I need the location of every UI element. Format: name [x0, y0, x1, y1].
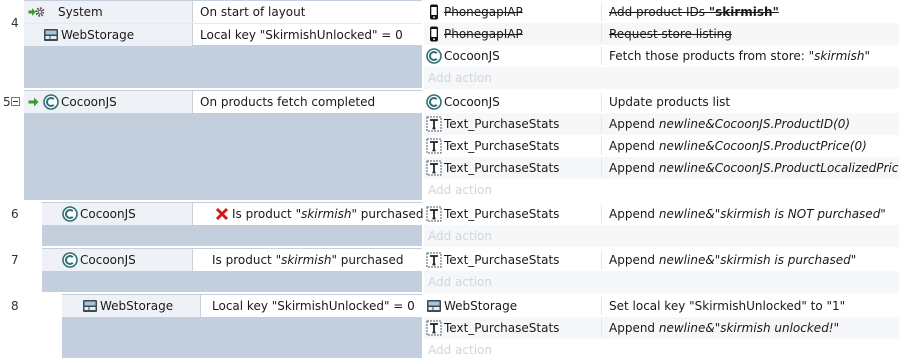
cocoonjs-icon — [43, 94, 59, 110]
condition-text: Is product "skirmish" purchased — [212, 253, 404, 267]
condition-object: System — [58, 5, 103, 19]
action-row[interactable]: Text_PurchaseStats Append newline&Cocoon… — [424, 135, 899, 157]
action-row[interactable]: CocoonJS Update products list — [424, 91, 899, 113]
text-object-icon — [426, 252, 442, 268]
condition-row[interactable]: CocoonJS Is product "skirmish" purchased — [42, 249, 422, 271]
action-row[interactable]: Text_PurchaseStats Append newline&Cocoon… — [424, 157, 899, 179]
add-action-row[interactable]: Add action — [424, 225, 899, 247]
action-text: Append newline&CocoonJS.ProductLocalized… — [609, 161, 899, 175]
condition-object: CocoonJS — [80, 207, 136, 221]
action-object: PhonegapIAP — [444, 27, 523, 41]
action-text: Add product IDs "skirmish" — [609, 5, 779, 19]
collapse-toggle[interactable] — [11, 97, 20, 106]
arrow-gear-icon — [28, 6, 44, 18]
condition-text: Local key "SkirmishUnlocked" = 0 — [200, 28, 403, 42]
trigger-arrow-icon — [28, 97, 39, 107]
event-block[interactable]: 8 WebStorage Local key "SkirmishUnlocked… — [0, 294, 899, 361]
condition-row[interactable]: WebStorage Local key "SkirmishUnlocked" … — [62, 295, 422, 317]
condition-object: CocoonJS — [80, 253, 136, 267]
action-text: Append newline&"skirmish is NOT purchase… — [609, 207, 886, 221]
add-action-link[interactable]: Add action — [428, 271, 492, 293]
event-number: 5 — [3, 95, 11, 109]
text-object-icon — [426, 116, 442, 132]
webstorage-icon — [44, 29, 58, 41]
condition-text: On products fetch completed — [200, 95, 376, 109]
event-block[interactable]: 5 CocoonJS On products fetch completed C… — [0, 90, 899, 201]
event-number: 7 — [11, 253, 19, 267]
action-row-disabled[interactable]: PhonegapIAP Add product IDs "skirmish" — [424, 1, 899, 23]
add-action-row[interactable]: Add action — [424, 179, 899, 201]
action-object: Text_PurchaseStats — [444, 253, 560, 267]
action-object: WebStorage — [444, 299, 518, 313]
phone-icon — [430, 26, 438, 42]
event-number: 8 — [11, 299, 19, 313]
action-object: Text_PurchaseStats — [444, 161, 560, 175]
condition-row[interactable]: CocoonJS Is product "skirmish" purchased — [42, 203, 424, 225]
text-object-icon — [426, 138, 442, 154]
webstorage-icon — [83, 300, 97, 312]
action-row-disabled[interactable]: PhonegapIAP Request store listing — [424, 23, 899, 45]
action-row[interactable]: Text_PurchaseStats Append newline&"skirm… — [424, 203, 899, 225]
cocoonjs-icon — [62, 206, 78, 222]
invert-x-icon — [215, 207, 229, 221]
condition-text: Local key "SkirmishUnlocked" = 0 — [212, 299, 415, 313]
condition-object: WebStorage — [61, 28, 135, 42]
event-number: 4 — [11, 16, 19, 30]
event-number: 6 — [11, 207, 19, 221]
action-object: CocoonJS — [444, 95, 500, 109]
action-text: Fetch those products from store: "skirmi… — [609, 49, 871, 63]
action-row[interactable]: Text_PurchaseStats Append newline&"skirm… — [424, 249, 899, 271]
condition-row[interactable]: WebStorage Local key "SkirmishUnlocked" … — [24, 23, 422, 46]
cocoonjs-icon — [426, 94, 442, 110]
text-object-icon — [426, 206, 442, 222]
condition-object: WebStorage — [100, 299, 174, 313]
condition-row[interactable]: System On start of layout — [24, 1, 422, 23]
action-text: Append newline&"skirmish unlocked!" — [609, 321, 840, 335]
text-object-icon — [426, 320, 442, 336]
event-block[interactable]: 6 CocoonJS Is product "skirmish" purchas… — [0, 202, 899, 247]
action-object: Text_PurchaseStats — [444, 207, 560, 221]
cocoonjs-icon — [62, 252, 78, 268]
action-text: Update products list — [609, 95, 731, 109]
action-text: Set local key "SkirmishUnlocked" to "1" — [609, 299, 846, 313]
action-object: Text_PurchaseStats — [444, 117, 560, 131]
action-row[interactable]: CocoonJS Fetch those products from store… — [424, 45, 899, 67]
action-row[interactable]: Text_PurchaseStats Append newline&Cocoon… — [424, 113, 899, 135]
action-text: Append newline&CocoonJS.ProductPrice(0) — [609, 139, 867, 153]
add-action-link[interactable]: Add action — [428, 67, 492, 89]
condition-object: CocoonJS — [61, 95, 117, 109]
add-action-row[interactable]: Add action — [424, 271, 899, 293]
action-text: Request store listing — [609, 27, 732, 41]
condition-text: On start of layout — [200, 5, 306, 19]
action-object: Text_PurchaseStats — [444, 139, 560, 153]
add-action-link[interactable]: Add action — [428, 179, 492, 201]
condition-row[interactable]: CocoonJS On products fetch completed — [24, 91, 422, 113]
text-object-icon — [426, 160, 442, 176]
add-action-row[interactable]: Add action — [424, 67, 899, 89]
add-action-link[interactable]: Add action — [428, 225, 492, 247]
action-object: PhonegapIAP — [444, 5, 523, 19]
action-object: Text_PurchaseStats — [444, 321, 560, 335]
action-row[interactable]: Text_PurchaseStats Append newline&"skirm… — [424, 317, 899, 339]
webstorage-icon — [427, 300, 441, 312]
action-text: Append newline&"skirmish is purchased" — [609, 253, 857, 267]
phone-icon — [430, 4, 438, 20]
action-object: CocoonJS — [444, 49, 500, 63]
action-row[interactable]: WebStorage Set local key "SkirmishUnlock… — [424, 295, 899, 317]
condition-text: Is product "skirmish" purchased — [232, 207, 424, 221]
action-text: Append newline&CocoonJS.ProductID(0) — [609, 117, 851, 131]
event-block[interactable]: 4 System On start of layout WebStorage L… — [0, 0, 899, 89]
cocoonjs-icon — [426, 48, 442, 64]
event-block[interactable]: 7 CocoonJS Is product "skirmish" purchas… — [0, 248, 899, 293]
